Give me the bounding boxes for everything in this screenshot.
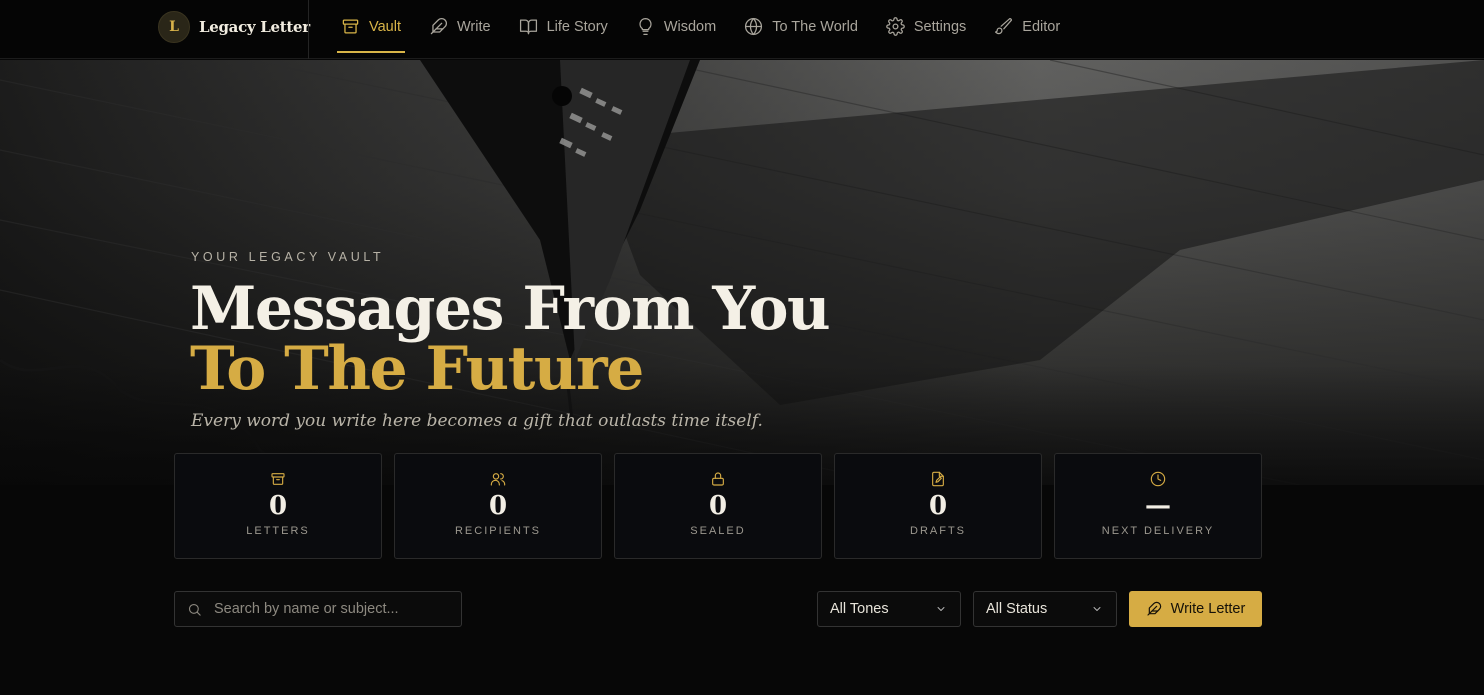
logo-mark: L xyxy=(158,11,190,43)
nav-item-label: Editor xyxy=(1022,18,1061,35)
write-letter-button[interactable]: Write Letter xyxy=(1129,591,1262,627)
nav-item-editor[interactable]: Editor xyxy=(990,0,1064,53)
top-navbar: L Legacy Letter Vault Write Life Story W… xyxy=(0,0,1484,59)
stat-card-drafts: 0 DRAFTS xyxy=(834,453,1042,559)
archive-icon xyxy=(271,473,285,485)
nav-item-label: Write xyxy=(456,18,491,35)
stat-value: 0 xyxy=(708,491,728,521)
stat-value: 0 xyxy=(268,491,288,521)
search-input[interactable] xyxy=(214,601,444,617)
globe-icon xyxy=(745,17,763,36)
stat-value: — xyxy=(1145,491,1171,521)
chevron-down-icon xyxy=(937,607,945,611)
nav-item-settings[interactable]: Settings xyxy=(882,0,970,53)
nav-item-label: To The World xyxy=(772,18,858,35)
stat-label: SEALED xyxy=(690,525,746,537)
stats-row: 0 LETTERS 0 RECIPIENTS 0 SEALED 0 DRAFTS… xyxy=(174,453,1262,559)
feather-icon xyxy=(430,18,447,35)
tone-filter-select[interactable]: All Tones xyxy=(817,591,961,627)
archive-icon xyxy=(342,19,359,34)
stat-value: 0 xyxy=(928,491,948,521)
app-logo[interactable]: L Legacy Letter xyxy=(158,11,310,43)
brush-icon xyxy=(995,17,1013,35)
nav-divider xyxy=(308,0,309,59)
nav-menu: Vault Write Life Story Wisdom To The Wor… xyxy=(337,0,1084,59)
nav-item-vault[interactable]: Vault xyxy=(337,0,405,53)
stat-card-recipients: 0 RECIPIENTS xyxy=(394,453,602,559)
lightbulb-icon xyxy=(639,17,652,36)
stat-label: DRAFTS xyxy=(910,525,966,537)
nav-item-label: Life Story xyxy=(546,18,608,35)
nav-item-wisdom[interactable]: Wisdom xyxy=(632,0,720,53)
stat-label: NEXT DELIVERY xyxy=(1101,525,1215,537)
file-edit-icon xyxy=(932,471,944,487)
status-filter-select[interactable]: All Status xyxy=(973,591,1117,627)
nav-item-write[interactable]: Write xyxy=(425,0,495,53)
stat-label: LETTERS xyxy=(246,525,310,537)
feather-icon xyxy=(1147,601,1161,616)
stat-card-sealed: 0 SEALED xyxy=(614,453,822,559)
users-icon xyxy=(490,473,506,486)
search-box xyxy=(174,591,462,627)
chevron-down-icon xyxy=(1093,607,1101,611)
stat-card-letters: 0 LETTERS xyxy=(174,453,382,559)
book-open-icon xyxy=(519,19,537,35)
hero-banner: YOUR LEGACY VAULT Messages From You To T… xyxy=(0,60,1484,485)
app-name: Legacy Letter xyxy=(199,18,310,36)
write-letter-label: Write Letter xyxy=(1170,601,1246,617)
nav-item-life-story[interactable]: Life Story xyxy=(515,0,612,53)
hero-subtitle: Every word you write here becomes a gift… xyxy=(191,411,763,431)
stat-card-next-delivery: — NEXT DELIVERY xyxy=(1054,453,1262,559)
nav-item-label: Vault xyxy=(369,18,401,35)
lock-icon xyxy=(712,472,724,486)
tone-filter-value: All Tones xyxy=(830,601,889,617)
clock-icon xyxy=(1150,471,1166,487)
nav-item-to-the-world[interactable]: To The World xyxy=(740,0,862,53)
nav-item-label: Wisdom xyxy=(663,18,717,35)
hero-title-accent: To The Future xyxy=(190,334,644,404)
hero-eyebrow: YOUR LEGACY VAULT xyxy=(191,250,385,264)
gear-icon xyxy=(886,17,905,36)
stat-label: RECIPIENTS xyxy=(454,525,541,537)
status-filter-value: All Status xyxy=(986,601,1048,617)
stat-value: 0 xyxy=(488,491,508,521)
nav-item-label: Settings xyxy=(913,18,967,35)
search-icon xyxy=(188,603,201,616)
